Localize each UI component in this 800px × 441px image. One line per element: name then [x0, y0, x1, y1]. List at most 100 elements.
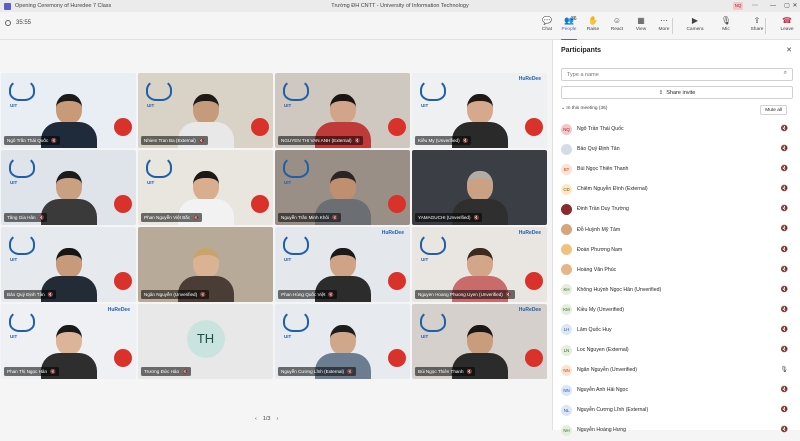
- participant-row[interactable]: NN Ngân Nguyễn (Unverified) 🎙: [553, 360, 800, 380]
- mic-muted-icon[interactable]: 🔇: [781, 205, 788, 212]
- react-button[interactable]: ☺ React: [605, 15, 629, 37]
- video-tile[interactable]: UIT NGUYEN THI VAN ANH (External) 🔇: [275, 73, 410, 148]
- video-tile[interactable]: UIT HuReDee Kiều My (Unverified) 🔇: [412, 73, 547, 148]
- people-button[interactable]: 👥 36 People: [557, 15, 581, 40]
- huredee-logo: HuReDee: [518, 230, 541, 236]
- mic-button[interactable]: 🎙 Mic: [714, 15, 738, 37]
- video-tile[interactable]: Ngân Nguyễn (Unverified) 🔇: [138, 227, 273, 302]
- search-icon[interactable]: ⌕: [784, 70, 787, 77]
- participant-row[interactable]: CĐ Chiêm Nguyễn Đình (External) 🔇: [553, 179, 800, 199]
- participant-name: Ngân Nguyễn (Unverified): [577, 367, 637, 374]
- mic-muted-icon[interactable]: 🔇: [781, 225, 788, 232]
- mic-muted-icon[interactable]: 🔇: [781, 246, 788, 253]
- mic-muted-icon[interactable]: 🔇: [781, 386, 788, 393]
- video-tile[interactable]: YAMAGUCHI (Unverified) 🔇: [412, 150, 547, 225]
- prev-page-button[interactable]: ‹: [255, 416, 257, 422]
- mic-muted-icon[interactable]: 🔇: [781, 346, 788, 353]
- participant-name: Phan Thị Ngọc Hân: [7, 369, 48, 374]
- participant-row[interactable]: LN Loc Nguyen (External) 🔇: [553, 340, 800, 360]
- participant-row[interactable]: NH Nguyễn Hoàng Hưng 🔇: [553, 420, 800, 440]
- video-tile[interactable]: UIT Ngô Trần Thái Quốc 🔇: [1, 73, 136, 148]
- mic-muted-icon[interactable]: 🔇: [781, 406, 788, 413]
- video-tile[interactable]: UIT Nhiem Tran Ba (External) 🔇: [138, 73, 273, 148]
- mute-all-button[interactable]: Mute all: [760, 105, 787, 115]
- participant-avatar: [561, 224, 572, 236]
- video-tile[interactable]: TH Trương Đức Hảo 🔇: [138, 304, 273, 379]
- participant-name-tag: Phan Nguyễn Việt Bắc 🔇: [141, 213, 202, 222]
- participant-name: Ngân Nguyễn (Unverified): [144, 292, 198, 297]
- chat-button[interactable]: 💬 Chat: [535, 15, 559, 37]
- participant-row[interactable]: Hoàng Văn Phúc 🔇: [553, 260, 800, 280]
- huredee-logo: HuReDee: [518, 307, 541, 313]
- mic-muted-icon[interactable]: 🔇: [781, 165, 788, 172]
- school-seal-icon: [525, 118, 543, 136]
- video-tile[interactable]: UIT HuReDee Phan Hùng Quốc Việt 🔇: [275, 227, 410, 302]
- participant-row[interactable]: BT Bùi Ngọc Thiên Thanh 🔇: [553, 159, 800, 179]
- participant-row[interactable]: Bảo Quý Định Tân 🔇: [553, 139, 800, 159]
- leave-button[interactable]: ☎ Leave: [775, 15, 799, 37]
- mic-muted-icon[interactable]: 🔇: [781, 326, 788, 333]
- chat-icon: 💬: [542, 16, 552, 25]
- participant-row[interactable]: LH Lâm Quốc Huy 🔇: [553, 320, 800, 340]
- mic-muted-icon: 🔇: [47, 292, 54, 297]
- participant-avatar: NN: [561, 384, 572, 396]
- participant-name: Nguyễn Hoàng Hưng: [577, 427, 627, 434]
- participant-name: Hoàng Văn Phúc: [577, 266, 617, 273]
- view-button[interactable]: ▦ View: [629, 15, 653, 37]
- raise-button[interactable]: ✋ Raise: [581, 15, 605, 37]
- camera-button[interactable]: ▶ Camera: [683, 15, 707, 37]
- mic-muted-icon: 🔇: [505, 292, 512, 297]
- participant-row[interactable]: Đinh Trần Duy Trường 🔇: [553, 199, 800, 219]
- uit-logo-text: UIT: [421, 103, 429, 108]
- people-icon: 👥: [564, 16, 574, 25]
- mic-on-icon[interactable]: 🎙: [780, 366, 788, 373]
- school-seal-icon: [388, 272, 406, 290]
- mic-muted-icon: 🔇: [51, 138, 58, 143]
- video-tile[interactable]: UIT Tăng Gia Hân 🔇: [1, 150, 136, 225]
- account-avatar[interactable]: NQ: [733, 2, 743, 10]
- mic-muted-icon: 🔇: [38, 215, 45, 220]
- participant-row[interactable]: NN Nguyễn Anh Hải Ngọc 🔇: [553, 380, 800, 400]
- video-tile[interactable]: UIT HuReDee Phan Thị Ngọc Hân 🔇: [1, 304, 136, 379]
- mic-muted-icon[interactable]: 🔇: [781, 306, 788, 313]
- mic-muted-icon[interactable]: 🔇: [781, 286, 788, 293]
- uit-logo-text: UIT: [284, 103, 292, 108]
- participant-avatar: NL: [561, 404, 572, 416]
- participant-row[interactable]: KH Không Huỳnh Ngọc Hân (Unverified) 🔇: [553, 280, 800, 300]
- participant-row[interactable]: KM Kiều My (Unverified) 🔇: [553, 300, 800, 320]
- video-tile[interactable]: UIT Phan Nguyễn Việt Bắc 🔇: [138, 150, 273, 225]
- participant-row[interactable]: Đỗ Huỳnh Mỹ Tâm 🔇: [553, 219, 800, 239]
- share-invite-button[interactable]: ⇪ Share invite: [561, 86, 793, 99]
- video-tile[interactable]: UIT HuReDee Nguyen Hoang Phuong Uyen (Unve…: [412, 227, 547, 302]
- in-meeting-section-header[interactable]: ⌄ In this meeting (36): [561, 106, 607, 111]
- participant-avatar: CĐ: [561, 183, 572, 195]
- mic-muted-icon: 🔇: [354, 138, 361, 143]
- participant-head: [55, 94, 82, 124]
- participant-search-input[interactable]: [561, 68, 793, 81]
- uit-logo-text: UIT: [284, 180, 292, 185]
- participant-avatar: LN: [561, 344, 572, 356]
- page-indicator: 1/3: [262, 416, 271, 422]
- participant-head: [192, 248, 219, 278]
- participant-name: Nguyễn Cương Lĩnh (External): [281, 369, 345, 374]
- huredee-logo: HuReDee: [107, 307, 130, 313]
- participant-row[interactable]: NQ Ngô Trần Thái Quốc 🔇: [553, 119, 800, 139]
- video-tile[interactable]: UIT Nguyễn Cương Lĩnh (External) 🔇: [275, 304, 410, 379]
- more-options-icon[interactable]: ⋯: [746, 0, 764, 12]
- next-page-button[interactable]: ›: [277, 416, 279, 422]
- close-button[interactable]: ✕: [790, 0, 800, 12]
- video-tile[interactable]: UIT Bảo Quý Định Tân 🔇: [1, 227, 136, 302]
- video-tile[interactable]: UIT Nguyễn Trần Minh Khôi 🔇: [275, 150, 410, 225]
- participant-avatar: NH: [561, 424, 572, 436]
- school-seal-icon: [114, 118, 132, 136]
- participant-head: [329, 94, 356, 124]
- mic-muted-icon[interactable]: 🔇: [781, 125, 788, 132]
- mic-muted-icon[interactable]: 🔇: [781, 266, 788, 273]
- mic-muted-icon[interactable]: 🔇: [781, 145, 788, 152]
- close-panel-icon[interactable]: ✕: [786, 46, 792, 54]
- view-icon: ▦: [637, 16, 645, 25]
- participant-row[interactable]: NL Nguyễn Cương Lĩnh (External) 🔇: [553, 400, 800, 420]
- video-tile[interactable]: UIT HuReDee Bùi Ngọc Thiên Thanh 🔇: [412, 304, 547, 379]
- participant-row[interactable]: Đoàn Phương Nam 🔇: [553, 240, 800, 260]
- mic-muted-icon[interactable]: 🔇: [781, 185, 788, 192]
